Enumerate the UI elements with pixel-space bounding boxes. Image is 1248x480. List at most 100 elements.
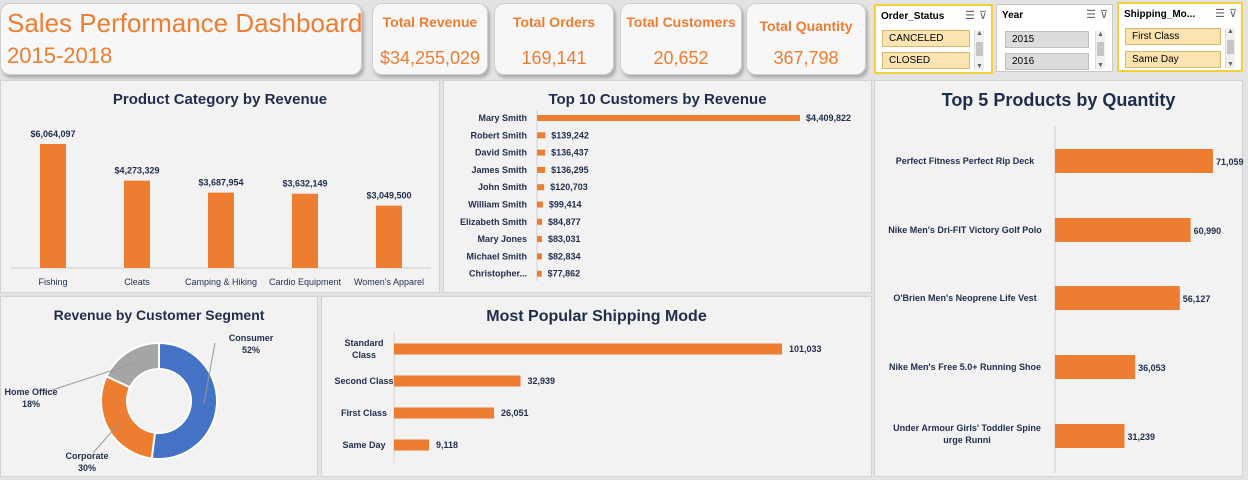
bar <box>376 205 402 268</box>
scroll-up-icon[interactable]: ▲ <box>1227 28 1234 35</box>
bar <box>208 192 234 268</box>
panel-top-products: Top 5 Products by Quantity 71,059 Perfect… <box>874 80 1244 477</box>
panel-shipping-mode: Most Popular Shipping Mode 101,033 Standa… <box>321 296 872 477</box>
bar <box>40 144 66 268</box>
data-label: $4,409,822 <box>806 113 851 123</box>
data-label: $84,877 <box>548 217 581 227</box>
bar <box>1055 355 1136 379</box>
slicer-title: Year <box>1002 10 1024 21</box>
bar <box>1055 218 1191 242</box>
tick-label: Mary Jones <box>477 234 527 244</box>
data-label: 9,118 <box>436 440 458 450</box>
slicer-title: Order_Status <box>881 11 945 22</box>
multi-select-icon[interactable]: ☰ <box>1215 8 1225 20</box>
bar <box>394 343 782 355</box>
scroll-down-icon[interactable]: ▼ <box>1097 62 1104 69</box>
dashboard-subtitle: 2015-2018 <box>7 43 113 68</box>
panel-product-category: Product Category by Revenue $6,064,097 Fi… <box>0 80 440 293</box>
tick-label: James Smith <box>471 165 527 175</box>
slicer-item-canceled[interactable]: CANCELED <box>882 30 970 47</box>
tick-label: Class <box>352 350 376 360</box>
tick-label: urge Runni <box>943 435 991 445</box>
clear-filter-icon[interactable]: ⊽ <box>1100 9 1108 21</box>
kpi-card-revenue: Total Revenue $34,255,029 <box>372 3 488 75</box>
data-label: 101,033 <box>789 344 822 354</box>
multi-select-icon[interactable]: ☰ <box>965 10 975 22</box>
bar <box>1055 149 1213 173</box>
data-label: $99,414 <box>549 200 582 210</box>
tick-label: Perfect Fitness Perfect Rip Deck <box>896 156 1036 166</box>
data-label: $82,834 <box>548 251 581 261</box>
slicer-scrollbar[interactable]: ▲ ▼ <box>1225 28 1235 68</box>
slicer-item-closed[interactable]: CLOSED <box>882 52 970 69</box>
tick-label: Christopher... <box>469 269 527 279</box>
tick-label: Under Armour Girls' Toddler Spine <box>893 423 1041 433</box>
slice-percent: 52% <box>242 345 260 355</box>
bar <box>394 407 495 419</box>
chart-title: Top 10 Customers by Revenue <box>548 91 767 108</box>
multi-select-icon[interactable]: ☰ <box>1086 9 1096 21</box>
data-label: $77,862 <box>548 269 581 279</box>
clear-filter-icon[interactable]: ⊽ <box>979 10 987 22</box>
bar <box>537 253 542 260</box>
slicer-scrollbar[interactable]: ▲ ▼ <box>974 30 984 70</box>
customer-segment-donut: Consumer 52% Corporate 30% Home Office 18% <box>4 333 273 473</box>
data-label: $3,632,149 <box>282 179 327 189</box>
kpi-card-orders: Total Orders 169,141 <box>494 3 614 75</box>
data-label: 71,059 <box>1216 157 1244 167</box>
kpi-card-quantity: Total Quantity 367,798 <box>746 3 866 75</box>
bar <box>537 132 546 139</box>
clear-filter-icon[interactable]: ⊽ <box>1229 8 1237 20</box>
bar <box>537 149 546 156</box>
panel-top-customers: Top 10 Customers by Revenue Mary Smith $4… <box>443 80 872 293</box>
chart-title: Revenue by Customer Segment <box>53 307 265 323</box>
tick-label: Cleats <box>124 277 150 287</box>
bar <box>537 218 543 225</box>
data-label: $6,064,097 <box>30 129 75 139</box>
slicer-item-2015[interactable]: 2015 <box>1005 31 1089 48</box>
category-revenue-chart: $6,064,097 Fishing $4,273,329 Cleats $3,687,… <box>11 129 431 287</box>
dashboard-title-card: Sales Performance Dashboard 2015-2018 <box>0 3 363 75</box>
kpi-label: Total Customers <box>626 14 736 30</box>
bar <box>537 201 543 208</box>
slice-percent: 18% <box>22 399 40 409</box>
bar <box>124 180 150 268</box>
slice-label: Corporate <box>65 451 108 461</box>
data-label: $136,437 <box>551 148 589 158</box>
bar <box>537 166 546 173</box>
slicer-item-same-day[interactable]: Same Day <box>1125 51 1221 68</box>
scroll-down-icon[interactable]: ▼ <box>976 63 983 70</box>
data-label: $3,687,954 <box>198 178 243 188</box>
slice-label: Home Office <box>4 387 57 397</box>
top-products-chart: 71,059 Perfect Fitness Perfect Rip Deck 60… <box>888 126 1244 473</box>
slicer-item-2016[interactable]: 2016 <box>1005 53 1089 70</box>
bar <box>1055 424 1125 448</box>
donut-slice <box>100 374 157 460</box>
tick-label: William Smith <box>468 200 527 210</box>
slicer-shipping-mode[interactable]: Shipping_Mo... ☰ ⊽ First Class Same Day … <box>1117 2 1243 72</box>
tick-label: Camping & Hiking <box>185 277 257 287</box>
scroll-up-icon[interactable]: ▲ <box>1097 31 1104 38</box>
scroll-up-icon[interactable]: ▲ <box>976 30 983 37</box>
kpi-label: Total Orders <box>512 14 596 30</box>
data-label: 26,051 <box>501 408 529 418</box>
data-label: $136,295 <box>551 165 589 175</box>
panel-customer-segment: Revenue by Customer Segment Consumer 52% C… <box>0 296 318 477</box>
bar <box>537 236 542 243</box>
tick-label: Fishing <box>38 277 67 287</box>
top-customers-chart: Mary Smith $4,409,822 Robert Smith $139,242… <box>460 109 851 281</box>
slicer-item-first-class[interactable]: First Class <box>1125 28 1221 45</box>
tick-label: David Smith <box>475 148 527 158</box>
kpi-card-customers: Total Customers 20,652 <box>620 3 742 75</box>
data-label: $3,049,500 <box>366 191 411 201</box>
bar <box>537 184 545 191</box>
slicer-year[interactable]: Year ☰ ⊽ 2015 2016 ▲ ▼ <box>996 4 1113 72</box>
tick-label: Michael Smith <box>466 251 527 261</box>
slicer-scrollbar[interactable]: ▲ ▼ <box>1095 31 1105 69</box>
slicer-order-status[interactable]: Order_Status ☰ ⊽ CANCELED CLOSED ▲ ▼ <box>874 4 993 74</box>
data-label: 60,990 <box>1194 226 1222 236</box>
tick-label: O'Brien Men's Neoprene Life Vest <box>893 293 1036 303</box>
bar <box>537 270 542 277</box>
data-label: 36,053 <box>1138 363 1166 373</box>
scroll-down-icon[interactable]: ▼ <box>1227 61 1234 68</box>
